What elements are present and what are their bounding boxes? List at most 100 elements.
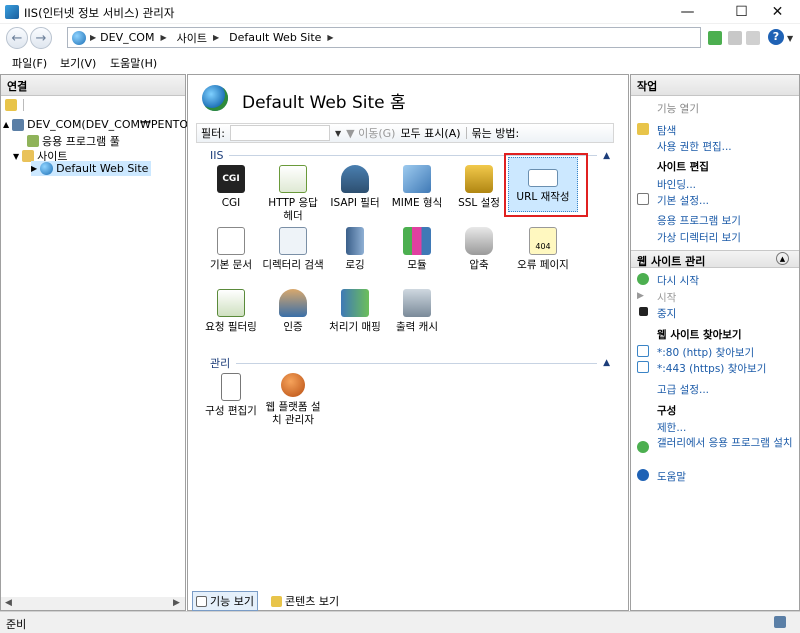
http-headers-icon	[279, 165, 307, 193]
feature-output-caching[interactable]: 출력 캐시	[386, 289, 448, 334]
action-install-from-gallery[interactable]: 갤러리에서 응용 프로그램 설치	[657, 437, 795, 450]
features-view-icon	[196, 595, 207, 607]
connections-toolbar	[5, 99, 181, 113]
feature-request-filtering[interactable]: 요청 필터링	[200, 289, 262, 334]
menu-file[interactable]: 파일(F)	[12, 55, 47, 71]
browse-icon	[637, 361, 649, 373]
action-bindings[interactable]: 바인딩...	[657, 177, 696, 192]
manage-website-section[interactable]: 웹 사이트 관리 ▲	[631, 250, 799, 268]
action-start[interactable]: 시작	[657, 290, 676, 305]
error-page-icon: 404	[529, 227, 557, 255]
feature-configuration-editor[interactable]: 구성 편집기	[200, 373, 262, 418]
feature-directory-browsing[interactable]: 디렉터리 검색	[262, 227, 324, 272]
close-button[interactable]: ✕	[755, 0, 800, 24]
features-view-tab[interactable]: 기능 보기	[192, 591, 258, 611]
breadcrumb-site[interactable]: Default Web Site ▶	[229, 31, 333, 44]
page-title: Default Web Site 홈	[242, 93, 406, 113]
feature-error-pages[interactable]: 404 오류 페이지	[512, 227, 574, 272]
feature-mime-types[interactable]: MIME 형식	[386, 165, 448, 210]
start-icon: ▶	[637, 291, 644, 301]
feature-modules[interactable]: 모듈	[386, 227, 448, 272]
action-open-feature[interactable]: 기능 열기	[657, 101, 699, 116]
address-bar[interactable]: ▶ DEV_COM ▶ 사이트 ▶ Default Web Site ▶	[67, 27, 701, 48]
new-connection-icon[interactable]	[5, 99, 17, 111]
action-restart[interactable]: 다시 시작	[657, 273, 699, 288]
document-icon	[217, 227, 245, 255]
tree-server[interactable]: ▲ DEV_COM(DEV_COM₩PENTODE)	[3, 118, 208, 131]
action-advanced-settings[interactable]: 고급 설정...	[657, 382, 709, 397]
feature-ssl-settings[interactable]: SSL 설정	[448, 165, 510, 210]
chevron-right-icon: ▶	[327, 33, 334, 42]
show-all-button[interactable]: 모두 표시(A)	[400, 125, 460, 141]
chevron-right-icon: ▶	[212, 33, 220, 42]
browse-icon	[637, 345, 649, 357]
handler-mapping-icon	[341, 289, 369, 317]
feature-isapi-filters[interactable]: ISAPI 필터	[324, 165, 386, 210]
action-help[interactable]: 도움말	[657, 469, 686, 484]
feature-url-rewrite[interactable]: URL 재작성	[512, 165, 574, 204]
scroll-right-icon[interactable]: ▶	[173, 598, 180, 608]
back-button[interactable]: ←	[6, 27, 28, 49]
horizontal-scrollbar[interactable]: ◀ ▶	[1, 597, 185, 610]
content-view-tab[interactable]: 콘텐츠 보기	[268, 591, 342, 611]
features-pane: Default Web Site 홈 필터: ▼ ▼ 이동(G) 모두 표시(A…	[187, 74, 629, 611]
filter-input[interactable]	[229, 125, 330, 141]
iis-app-icon	[5, 5, 19, 19]
action-view-vdirs[interactable]: 가상 디렉터리 보기	[657, 230, 741, 245]
group-header-manage[interactable]: 관리 ▲	[210, 355, 610, 371]
breadcrumb-sites[interactable]: 사이트 ▶	[177, 30, 220, 46]
scroll-left-icon[interactable]: ◀	[5, 598, 12, 608]
collapse-circle-icon[interactable]: ▲	[776, 252, 789, 265]
collapse-icon[interactable]: ▲	[603, 151, 610, 161]
isapi-filter-icon	[341, 165, 369, 193]
filter-label: 필터:	[201, 127, 225, 140]
output-cache-icon	[403, 289, 431, 317]
chevron-right-icon: ▶	[90, 33, 97, 42]
browse-website-heading: 웹 사이트 찾아보기	[657, 329, 742, 341]
globe-icon	[72, 30, 86, 45]
go-button[interactable]: ▼ 이동(G)	[346, 125, 395, 141]
address-row: ← → ▶ DEV_COM ▶ 사이트 ▶ Default Web Site ▶ ? …	[0, 24, 800, 52]
feature-web-platform-installer[interactable]: 웹 플랫폼 설치 관리자	[262, 373, 324, 427]
feature-handler-mappings[interactable]: 처리기 매핑	[324, 289, 386, 334]
app-pool-icon	[27, 135, 39, 147]
help-icon[interactable]: ?	[768, 29, 784, 45]
connections-pane: 연결 ▲ DEV_COM(DEV_COM₩PENTODE) 응용 프로그램 풀 …	[0, 74, 208, 611]
feature-compression[interactable]: 압축	[448, 227, 510, 272]
window-title: IIS(인터넷 정보 서비스) 관리자	[24, 6, 175, 20]
feature-logging[interactable]: 로깅	[324, 227, 386, 272]
action-basic-settings[interactable]: 기본 설정...	[657, 193, 709, 208]
action-edit-permissions[interactable]: 사용 권한 편집...	[657, 139, 732, 154]
refresh-icon[interactable]	[708, 31, 722, 45]
forward-button[interactable]: →	[30, 27, 52, 49]
minimize-button[interactable]: —	[665, 0, 710, 24]
tree-default-site[interactable]: ▶ Default Web Site	[31, 161, 152, 176]
feature-http-response-headers[interactable]: HTTP 응답 헤더	[262, 165, 324, 223]
action-limits[interactable]: 제한...	[657, 420, 686, 435]
gallery-icon	[637, 441, 649, 453]
actions-pane: 작업 기능 열기 탐색 사용 권한 편집... 사이트 편집 바인딩... 기본…	[630, 74, 800, 611]
action-explore[interactable]: 탐색	[657, 123, 676, 138]
help-dropdown-icon[interactable]: ▼	[787, 34, 793, 43]
action-view-applications[interactable]: 응용 프로그램 보기	[657, 213, 741, 228]
content-view-icon	[270, 595, 282, 607]
toolbar-separator	[465, 127, 467, 139]
feature-default-document[interactable]: 기본 문서	[200, 227, 262, 272]
lock-icon	[465, 165, 493, 193]
status-text: 준비	[6, 618, 27, 631]
feature-authentication[interactable]: 인증	[262, 289, 324, 334]
collapse-icon[interactable]: ▲	[603, 358, 610, 368]
breadcrumb-server[interactable]: DEV_COM ▶	[100, 31, 166, 44]
tree-apppools[interactable]: 응용 프로그램 풀	[27, 133, 120, 149]
menu-help[interactable]: 도움말(H)	[110, 55, 157, 71]
feature-cgi[interactable]: CGI CGI	[200, 165, 262, 210]
action-browse-80[interactable]: *:80 (http) 찾아보기	[657, 345, 754, 360]
stop-nav-icon[interactable]	[728, 31, 742, 45]
filter-dropdown-icon[interactable]: ▼	[335, 129, 341, 138]
directory-browse-icon	[279, 227, 307, 255]
home-icon[interactable]	[746, 31, 760, 45]
action-stop[interactable]: 중지	[657, 306, 676, 321]
download-icon	[281, 373, 305, 397]
menu-view[interactable]: 보기(V)	[60, 55, 96, 71]
action-browse-443[interactable]: *:443 (https) 찾아보기	[657, 361, 766, 376]
